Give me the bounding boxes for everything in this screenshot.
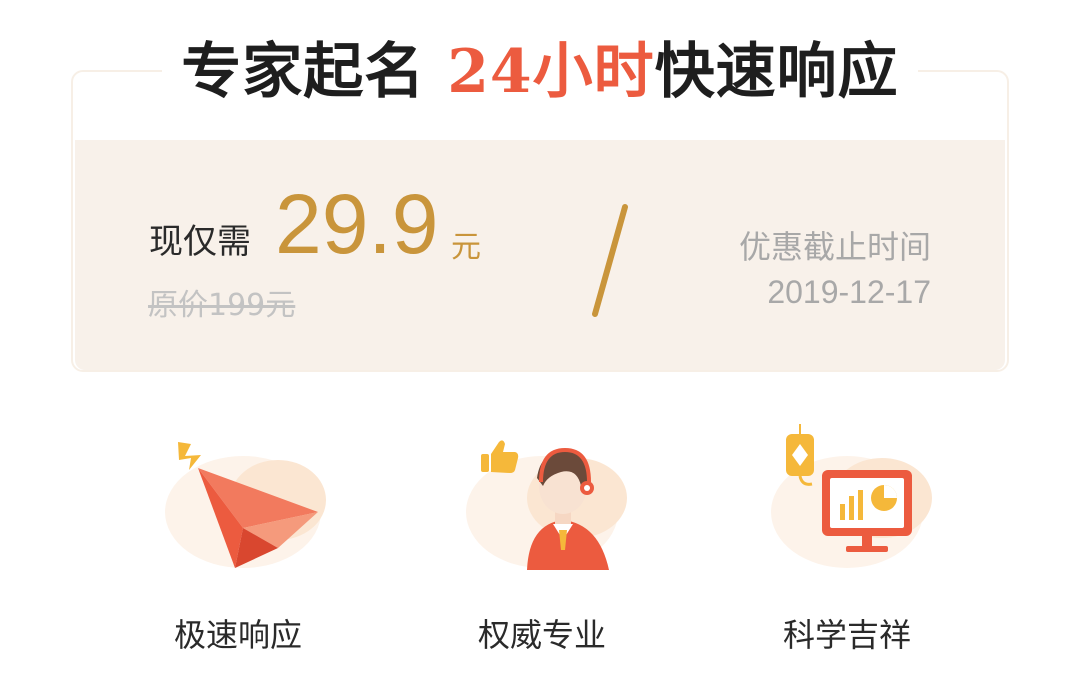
page-title: 专家起名 24小时快速响应: [162, 28, 918, 116]
page-title-wrap: 专家起名 24小时快速响应: [162, 28, 918, 118]
slash-divider: [592, 204, 628, 317]
now-price-label: 现仅需: [149, 222, 251, 262]
current-price: 29.9: [275, 177, 439, 271]
monitor-chart-icon: [771, 424, 932, 568]
deadline-label: 优惠截止时间: [738, 228, 931, 266]
feature-label: 权威专业: [477, 616, 606, 654]
feature-label: 科学吉祥: [782, 616, 911, 654]
deadline-date: 2019-12-17: [767, 274, 931, 310]
feature-authority: 权威专业: [437, 420, 647, 660]
title-accent: 24小时: [447, 37, 655, 107]
feature-fast-response: 极速响应: [133, 420, 343, 660]
title-suffix: 快速响应: [654, 37, 899, 107]
consultant-icon: [466, 440, 627, 570]
paper-plane-icon: [165, 442, 326, 568]
price-unit: 元: [451, 230, 481, 265]
original-price: 原价199元: [148, 288, 296, 323]
feature-label: 极速响应: [173, 616, 302, 654]
title-prefix: 专家起名: [181, 37, 426, 107]
feature-scientific: 科学吉祥: [742, 420, 952, 660]
